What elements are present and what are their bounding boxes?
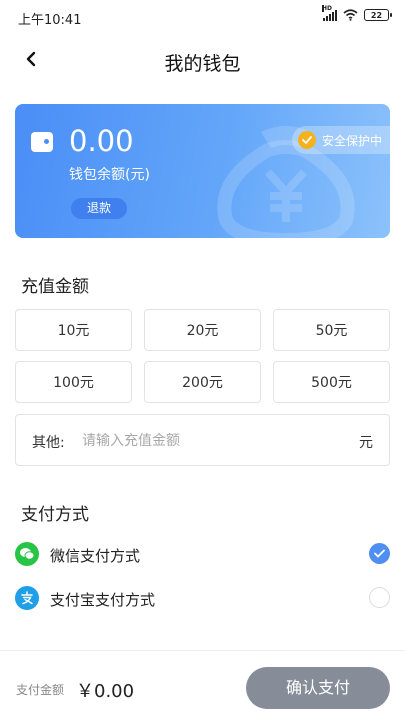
amount-option-20[interactable]: 20元 — [144, 309, 261, 351]
amount-option-50[interactable]: 50元 — [273, 309, 390, 351]
security-badge: 安全保护中 — [291, 126, 390, 154]
check-badge-icon — [297, 131, 316, 149]
amount-option-500[interactable]: 500元 — [273, 361, 390, 403]
wechat-pay-icon — [15, 542, 39, 566]
header: 我的钱包 — [0, 34, 405, 86]
status-icons: HD 22 — [322, 4, 392, 21]
wallet-balance-label: 钱包余额(元) — [69, 167, 150, 183]
footer-bar: 支付金额 ￥0.00 确认支付 — [0, 650, 405, 720]
payment-option-wechat[interactable]: 微信支付方式 — [15, 538, 390, 570]
alipay-label: 支付宝支付方式 — [50, 591, 156, 609]
amount-option-100[interactable]: 100元 — [15, 361, 132, 403]
battery-level: 22 — [370, 10, 383, 20]
amount-option-10[interactable]: 10元 — [15, 309, 132, 351]
pay-amount-value: ￥0.00 — [76, 681, 135, 702]
battery-icon: 22 — [364, 9, 392, 21]
confirm-pay-button[interactable]: 确认支付 — [246, 667, 390, 709]
wifi-icon — [343, 9, 358, 21]
pay-amount-label: 支付金额 — [16, 683, 65, 697]
wallet-icon — [31, 132, 53, 152]
other-amount-unit: 元 — [359, 435, 373, 451]
refund-button[interactable]: 退款 — [71, 198, 127, 219]
wallet-balance: 0.00 — [69, 124, 134, 158]
status-bar: 上午10:41 HD 22 — [0, 0, 405, 34]
wallet-card: 0.00 钱包余额(元) 退款 安全保护中 — [15, 104, 390, 238]
wechat-pay-label: 微信支付方式 — [50, 547, 141, 565]
alipay-icon — [15, 586, 39, 610]
other-amount-label: 其他: — [32, 435, 65, 451]
payment-section-title: 支付方式 — [21, 505, 89, 525]
security-label: 安全保护中 — [321, 133, 382, 148]
status-time: 上午10:41 — [18, 13, 82, 28]
page-title: 我的钱包 — [164, 53, 241, 75]
wechat-pay-radio[interactable] — [369, 543, 390, 564]
payment-option-alipay[interactable]: 支付宝支付方式 — [15, 582, 390, 614]
amount-option-200[interactable]: 200元 — [144, 361, 261, 403]
other-amount-input[interactable] — [82, 425, 352, 457]
alipay-radio[interactable] — [369, 587, 390, 608]
signal-icon: HD — [322, 4, 337, 21]
recharge-section-title: 充值金额 — [21, 277, 89, 297]
other-amount-field: 其他: 元 — [15, 414, 390, 466]
network-type-label: HD — [322, 4, 333, 12]
